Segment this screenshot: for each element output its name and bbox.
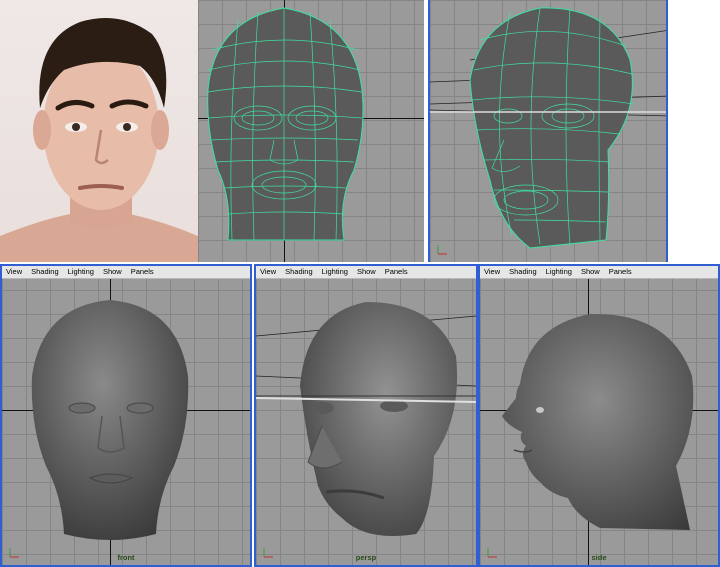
menu-show[interactable]: Show bbox=[357, 266, 376, 278]
reference-photo bbox=[0, 0, 198, 262]
wireframe-front-viewport[interactable] bbox=[198, 0, 424, 262]
menu-panels[interactable]: Panels bbox=[131, 266, 154, 278]
menu-view[interactable]: View bbox=[6, 266, 22, 278]
viewport-menu-bar: View Shading Lighting Show Panels bbox=[2, 266, 250, 279]
viewport-menu-bar: View Shading Lighting Show Panels bbox=[480, 266, 718, 279]
menu-shading[interactable]: Shading bbox=[285, 266, 313, 278]
wireframe-persp-viewport[interactable] bbox=[428, 0, 668, 262]
viewport-persp[interactable]: View Shading Lighting Show Panels persp bbox=[254, 264, 478, 567]
viewport-front[interactable]: View Shading Lighting Show Panels front bbox=[0, 264, 252, 567]
menu-lighting[interactable]: Lighting bbox=[68, 266, 94, 278]
wireframe-head-persp bbox=[430, 7, 666, 249]
menu-view[interactable]: View bbox=[484, 266, 500, 278]
menu-show[interactable]: Show bbox=[103, 266, 122, 278]
wireframe-head-front bbox=[207, 7, 364, 241]
shaded-head-front bbox=[31, 300, 189, 540]
menu-panels[interactable]: Panels bbox=[609, 266, 632, 278]
camera-label: front bbox=[117, 553, 135, 562]
menu-shading[interactable]: Shading bbox=[509, 266, 537, 278]
face-photo-illustration bbox=[0, 18, 198, 262]
shaded-head-persp bbox=[256, 302, 476, 536]
menu-view[interactable]: View bbox=[260, 266, 276, 278]
menu-show[interactable]: Show bbox=[581, 266, 600, 278]
menu-lighting[interactable]: Lighting bbox=[546, 266, 572, 278]
menu-lighting[interactable]: Lighting bbox=[322, 266, 348, 278]
viewport-side[interactable]: View Shading Lighting Show Panels side bbox=[478, 264, 720, 567]
camera-label: persp bbox=[355, 553, 377, 562]
menu-shading[interactable]: Shading bbox=[31, 266, 59, 278]
viewport-menu-bar: View Shading Lighting Show Panels bbox=[256, 266, 476, 279]
shaded-head-side bbox=[502, 313, 694, 530]
camera-label: side bbox=[591, 553, 607, 562]
menu-panels[interactable]: Panels bbox=[385, 266, 408, 278]
axis-gizmo-icon bbox=[437, 245, 447, 255]
